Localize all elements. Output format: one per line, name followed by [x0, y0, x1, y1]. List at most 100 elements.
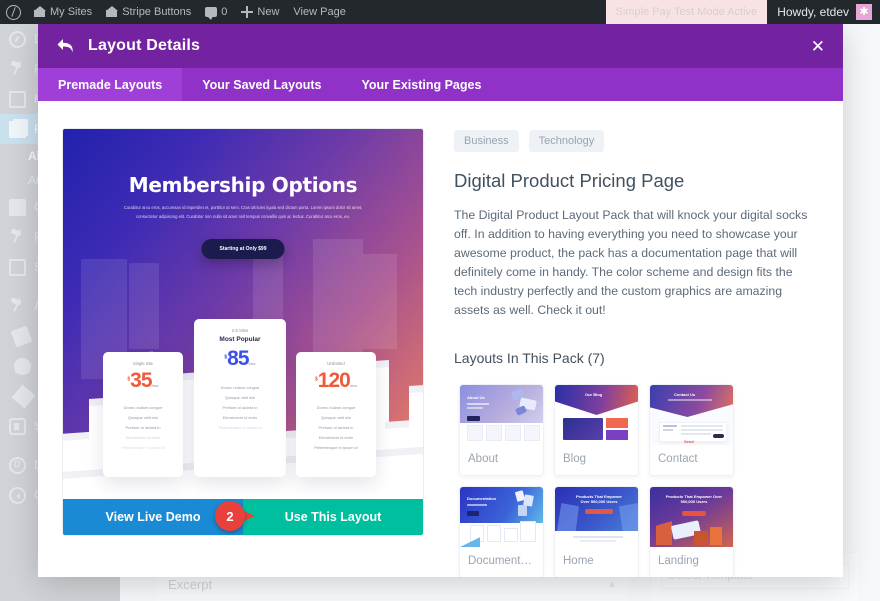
tag-technology[interactable]: Technology — [528, 130, 605, 152]
layout-cell-blog: Our Blog Blog — [549, 379, 644, 481]
adminbar-label: My Sites — [50, 6, 93, 18]
adminbar-label: View Page — [293, 6, 346, 18]
close-icon[interactable]: ✕ — [811, 38, 825, 55]
modal-body: Membership Options Curabitur arcu eros, … — [38, 101, 843, 577]
pricing-feature: Donec nullam congue — [316, 405, 356, 410]
layout-preview-image: Membership Options Curabitur arcu eros, … — [63, 129, 423, 499]
layout-name: Documenta… — [468, 555, 539, 567]
pricing-card: Single Site $35/mo Donec nullam congue Q… — [103, 352, 183, 477]
pricing-card-label: 2-5 Sites — [231, 328, 249, 333]
avatar — [856, 4, 872, 20]
adminbar-comments[interactable]: 0 — [198, 0, 234, 24]
layout-cell-home: Products That Empower Over 500,000 Users… — [549, 481, 644, 577]
layout-cell-about: About Us About — [454, 379, 549, 481]
layout-cell-landing: Products That Empower Over 500,000 Users… — [644, 481, 739, 577]
layout-cell-contact: Contact Us Send Contact — [644, 379, 739, 481]
pricing-feature: Elementum id enim — [222, 415, 258, 420]
adminbar-right: Simple Pay Test Mode Active Howdy, etdev — [605, 0, 880, 24]
layouts-grid: About Us About Our Blog Blog Contact Us … — [454, 379, 819, 577]
thumb-hero-text: Products That Empower Over 500,000 Users — [665, 494, 723, 504]
pricing-period: /mo — [248, 361, 256, 366]
wordpress-logo-icon[interactable] — [0, 0, 27, 24]
layout-thumb-art: Our Blog — [555, 385, 638, 445]
screen: Dashboard Posts Media Pages All Pages Ad… — [0, 0, 880, 601]
modal-tabs: Premade Layouts Your Saved Layouts Your … — [38, 68, 843, 101]
layout-name: Landing — [658, 555, 699, 567]
pricing-feature: Pretium ut lacinia in — [318, 425, 354, 430]
pricing-feature: Pretium ut lacinia in — [125, 425, 161, 430]
pricing-card: Unlimited $120/mo Donec nullam congue Qu… — [296, 352, 376, 477]
layout-thumbnail-home[interactable]: Products That Empower Over 500,000 Users… — [554, 486, 639, 577]
pricing-feature: Quisque velit nisi — [320, 415, 352, 420]
preview-pricing-cards: Single Site $35/mo Donec nullam congue Q… — [63, 309, 423, 499]
callout-marker-2: 2 — [215, 501, 255, 531]
pricing-amount: 120 — [317, 369, 351, 392]
layout-thumbnail-about[interactable]: About Us About — [459, 384, 544, 476]
layout-thumb-art: Products That Empower Over 500,000 Users — [555, 487, 638, 547]
tab-premade-layouts[interactable]: Premade Layouts — [38, 68, 183, 101]
layout-preview-card: Membership Options Curabitur arcu eros, … — [62, 128, 424, 536]
tab-your-existing-pages[interactable]: Your Existing Pages — [341, 68, 501, 101]
tab-label: Your Saved Layouts — [202, 77, 322, 92]
preview-hero-paragraph: Curabitur arcu eros, accumsan id imperdi… — [123, 205, 363, 219]
pricing-feature: Quisque velit nisi — [224, 395, 256, 400]
pricing-card-label: Single Site — [132, 361, 154, 366]
modal-title: Layout Details — [88, 37, 201, 54]
adminbar-label: New — [257, 6, 280, 18]
back-arrow-icon[interactable] — [56, 37, 76, 55]
pricing-feature: Donec nullam congue — [123, 405, 163, 410]
thumb-hero-text: Contact Us — [674, 392, 696, 397]
layout-name: Contact — [658, 453, 698, 465]
pricing-card-badge: Most Popular — [219, 336, 261, 343]
thumb-hero-text: Our Blog — [585, 392, 603, 397]
tag-list: Business Technology — [454, 130, 819, 152]
tab-label: Premade Layouts — [58, 77, 163, 92]
layout-thumbnail-blog[interactable]: Our Blog Blog — [554, 384, 639, 476]
layout-name: Home — [563, 555, 594, 567]
details-column: Business Technology Digital Product Pric… — [454, 128, 819, 577]
howdy-label: Howdy, etdev — [777, 5, 849, 19]
adminbar-new[interactable]: New — [234, 0, 286, 24]
house-icon — [34, 6, 46, 18]
adminbar-label: Stripe Buttons — [122, 6, 192, 18]
pricing-card: 2-5 Sites Most Popular $85/mo Donec null… — [194, 319, 286, 477]
pricing-period: /mo — [349, 383, 357, 388]
page-title: Digital Product Pricing Page — [454, 170, 685, 191]
pricing-feature: Pellentesque in ipsum id — [314, 445, 358, 450]
adminbar-view-page[interactable]: View Page — [286, 0, 352, 24]
pricing-feature: Donec nullam congue — [220, 385, 260, 390]
layout-thumbnail-landing[interactable]: Products That Empower Over 500,000 Users… — [649, 486, 734, 577]
layout-thumbnail-contact[interactable]: Contact Us Send Contact — [649, 384, 734, 476]
house-icon — [106, 6, 119, 18]
tab-your-saved-layouts[interactable]: Your Saved Layouts — [182, 68, 341, 101]
adminbar-stripe-buttons[interactable]: Stripe Buttons — [99, 0, 198, 24]
layout-thumb-art: Documentation — [460, 487, 543, 547]
layout-name: About — [468, 453, 499, 465]
plus-icon — [241, 6, 254, 18]
pricing-feature: Elementum id enim — [318, 435, 354, 440]
pricing-period: /mo — [151, 383, 159, 388]
tag-business[interactable]: Business — [454, 130, 519, 152]
preview-action-buttons: View Live Demo Use This Layout 2 — [63, 499, 423, 535]
pack-description: The Digital Product Layout Pack that wil… — [454, 208, 808, 317]
layout-thumbnail-documentation[interactable]: Documentation Documenta… — [459, 486, 544, 577]
view-live-demo-label: View Live Demo — [105, 510, 201, 524]
wp-admin-bar: My Sites Stripe Buttons 0 New View Page … — [0, 0, 880, 24]
pricing-amount: 85 — [227, 347, 249, 370]
adminbar-howdy[interactable]: Howdy, etdev — [767, 4, 880, 20]
layouts-heading: Layouts In This Pack (7) — [454, 350, 605, 366]
thumb-hero-text: Documentation — [467, 496, 497, 501]
adminbar-my-sites[interactable]: My Sites — [27, 0, 99, 24]
tab-label: Your Existing Pages — [361, 77, 482, 92]
pricing-feature: Pretium ut lacinia in — [222, 405, 258, 410]
test-mode-badge: Simple Pay Test Mode Active — [605, 0, 768, 24]
layout-thumb-art: Contact Us Send — [650, 385, 733, 445]
pricing-feature: Elementum id enim — [125, 435, 161, 440]
use-this-layout-label: Use This Layout — [284, 510, 382, 524]
use-this-layout-button[interactable]: Use This Layout — [243, 499, 423, 535]
marker-number: 2 — [215, 501, 245, 531]
preview-column: Membership Options Curabitur arcu eros, … — [62, 128, 424, 577]
layout-details-modal: Layout Details ✕ Premade Layouts Your Sa… — [38, 24, 843, 577]
pricing-feature: Pellentesque in ipsum id — [218, 425, 262, 430]
layout-thumb-art: Products That Empower Over 500,000 Users — [650, 487, 733, 547]
